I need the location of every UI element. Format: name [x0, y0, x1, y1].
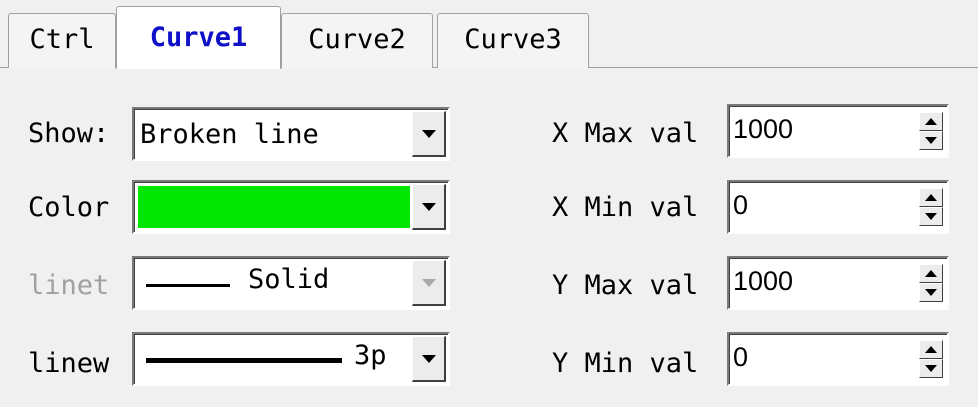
linetype-dropdown-button — [412, 260, 446, 306]
y-max-spinbox[interactable]: 1000 — [727, 256, 949, 310]
linewidth-value: 3p — [354, 340, 387, 371]
linewidth-dropdown-button[interactable] — [412, 336, 446, 382]
spin-arrows-icon[interactable] — [919, 112, 943, 150]
x-min-label: X Min val — [552, 192, 699, 223]
x-min-value[interactable]: 0 — [733, 186, 748, 224]
show-combobox[interactable]: Broken line — [132, 107, 450, 161]
tab-ctrl[interactable]: Ctrl — [8, 13, 116, 68]
arrow-down-icon — [925, 137, 937, 144]
x-max-spinbox[interactable]: 1000 — [727, 104, 949, 158]
line-sample-thick — [146, 358, 342, 363]
linetype-value: Solid — [248, 264, 330, 295]
arrow-down-icon — [925, 365, 937, 372]
chevron-down-icon — [421, 354, 436, 363]
show-dropdown-button[interactable] — [412, 111, 446, 157]
spin-arrows-icon[interactable] — [919, 188, 943, 226]
color-label: Color — [28, 192, 110, 223]
chevron-down-icon — [421, 278, 436, 287]
arrow-down-icon — [925, 289, 937, 296]
spin-down-button[interactable] — [919, 131, 943, 150]
spin-up-button[interactable] — [919, 264, 943, 283]
y-min-label: Y Min val — [552, 348, 699, 379]
y-max-label: Y Max val — [552, 270, 699, 301]
spin-arrows-icon[interactable] — [919, 340, 943, 378]
y-max-value[interactable]: 1000 — [733, 262, 793, 300]
y-min-spinbox[interactable]: 0 — [727, 332, 949, 386]
linetype-combobox: Solid — [132, 256, 450, 310]
show-label: Show: — [28, 118, 110, 149]
x-max-value[interactable]: 1000 — [733, 110, 793, 148]
y-min-value[interactable]: 0 — [733, 338, 748, 376]
spin-up-button[interactable] — [919, 112, 943, 131]
curve-settings-panel: Show: Broken line X Max val 1000 Color X… — [8, 68, 970, 407]
linetype-label: linet — [28, 270, 110, 301]
spin-up-button[interactable] — [919, 340, 943, 359]
arrow-down-icon — [925, 213, 937, 220]
color-combobox[interactable] — [132, 180, 450, 234]
spin-down-button[interactable] — [919, 207, 943, 226]
x-max-label: X Max val — [552, 118, 699, 149]
x-min-spinbox[interactable]: 0 — [727, 180, 949, 234]
line-sample-solid — [146, 284, 230, 287]
spin-down-button[interactable] — [919, 359, 943, 378]
linewidth-combobox[interactable]: 3p — [132, 332, 450, 386]
spin-arrows-icon[interactable] — [919, 264, 943, 302]
arrow-up-icon — [925, 194, 937, 201]
color-swatch — [138, 186, 410, 228]
show-value: Broken line — [140, 119, 319, 150]
color-dropdown-button[interactable] — [412, 184, 446, 230]
arrow-up-icon — [925, 270, 937, 277]
tab-curve3[interactable]: Curve3 — [437, 13, 589, 68]
arrow-up-icon — [925, 118, 937, 125]
chevron-down-icon — [421, 129, 436, 138]
tab-curve2[interactable]: Curve2 — [281, 13, 433, 68]
tab-curve1[interactable]: Curve1 — [116, 6, 281, 69]
spin-down-button[interactable] — [919, 283, 943, 302]
arrow-up-icon — [925, 346, 937, 353]
chevron-down-icon — [421, 202, 436, 211]
spin-up-button[interactable] — [919, 188, 943, 207]
linewidth-label: linew — [28, 348, 110, 379]
tab-bar: Ctrl Curve1 Curve2 Curve3 — [0, 0, 978, 69]
